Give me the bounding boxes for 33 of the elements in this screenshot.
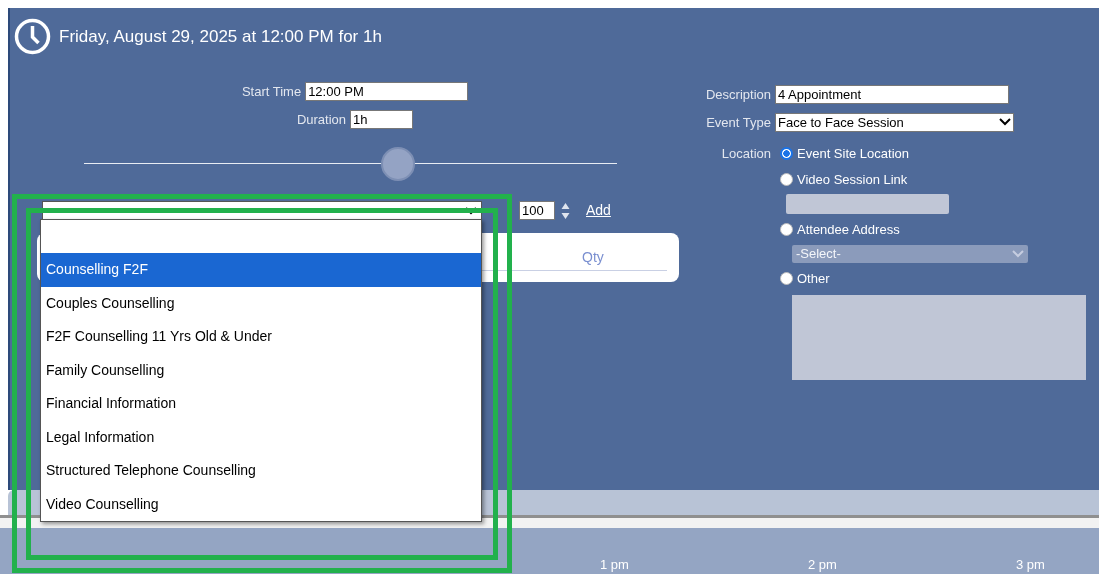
field-label: Location <box>720 145 771 163</box>
field-label: Description <box>704 86 771 104</box>
radio-button[interactable] <box>780 147 793 161</box>
column-header: Qty <box>582 248 604 267</box>
time-label: 1 pm <box>600 555 629 574</box>
add-link[interactable]: Add <box>586 200 611 221</box>
text-field[interactable]: 1h <box>350 109 414 129</box>
field-label: Start Time <box>241 83 302 101</box>
option-label: Attendee Address <box>797 221 900 239</box>
dropdown-option[interactable]: Video Counselling <box>41 487 481 521</box>
field-label: Duration <box>296 110 347 129</box>
time-slider[interactable] <box>84 147 617 181</box>
dropdown-option[interactable]: Counselling F2F <box>41 253 481 287</box>
clock-icon <box>14 18 51 55</box>
option-label: Video Session Link <box>797 170 908 189</box>
time-label: 3 pm <box>1016 555 1045 574</box>
dropdown-option[interactable]: Couples Counselling <box>41 286 481 320</box>
text-field[interactable]: 4 Appointment <box>775 85 1009 105</box>
text-field[interactable]: 12:00 PM <box>305 82 469 102</box>
dropdown-option[interactable]: Family Counselling <box>41 353 481 387</box>
time-label: 2 pm <box>808 555 837 574</box>
option-label: Event Site Location <box>797 145 910 163</box>
spinner-arrows-icon[interactable] <box>561 201 570 220</box>
dropdown-option[interactable]: Structured Telephone Counselling <box>41 454 481 488</box>
event-type-dropdown[interactable]: Face to Face Session <box>775 112 1014 132</box>
dropdown-option[interactable]: F2F Counselling 11 Yrs Old & Under <box>41 320 481 354</box>
dropdown-option[interactable]: Legal Information <box>41 420 481 454</box>
option-label: Other <box>797 269 830 288</box>
slider-thumb[interactable] <box>381 147 416 181</box>
dropdown-option[interactable]: Financial Information <box>41 387 481 421</box>
field-label: Event Type <box>705 113 771 132</box>
quantity-field[interactable]: 100 <box>519 201 555 220</box>
event-title: Friday, August 29, 2025 at 12:00 PM for 1h <box>59 25 382 48</box>
